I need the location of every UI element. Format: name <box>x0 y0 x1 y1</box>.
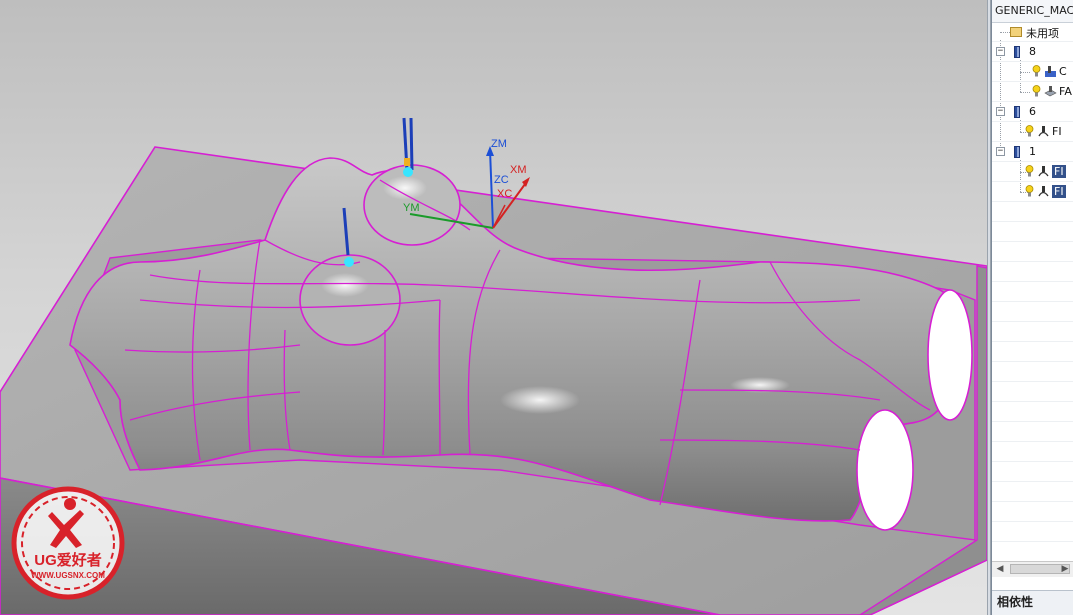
tree-item-operation[interactable]: FA <box>992 82 1073 102</box>
watermark-brand: UG爱好者 <box>34 551 102 569</box>
status-bulb-icon <box>1032 85 1041 97</box>
tree-item-label: FI <box>1052 125 1062 138</box>
tree-item-label: FI <box>1052 185 1066 198</box>
folder-icon <box>1010 27 1022 37</box>
axis-label-zc: ZC <box>494 174 509 186</box>
leg-opening-lower <box>856 409 914 531</box>
breast-lower-highlight <box>321 273 369 297</box>
scroll-right-icon[interactable]: ▶ <box>1057 562 1073 577</box>
collapse-toggle[interactable]: − <box>996 107 1005 116</box>
breast-upper-highlight <box>383 176 427 200</box>
tree-item-operation-selected[interactable]: FI <box>992 162 1073 182</box>
collapse-toggle[interactable]: − <box>996 147 1005 156</box>
tree-item-label: C <box>1059 65 1067 78</box>
scroll-left-icon[interactable]: ◀ <box>992 562 1008 577</box>
tree-item-label: 8 <box>1029 45 1036 58</box>
status-bulb-icon <box>1025 125 1034 137</box>
face-mill-operation-icon <box>1044 86 1057 97</box>
part-model-view[interactable]: ZM ZC XM XC YM UG爱好者 WWW.UGSNX.COM <box>0 0 987 615</box>
cavity-mill-operation-icon <box>1045 66 1056 77</box>
program-group-icon <box>1014 146 1020 158</box>
collapse-toggle[interactable]: − <box>996 47 1005 56</box>
operation-navigator: GENERIC_MACHINE 未用项 − 8 C FA − 6 <box>991 0 1073 615</box>
fixed-contour-operation-icon <box>1038 166 1049 177</box>
tree-item-unused[interactable]: 未用项 <box>992 22 1073 42</box>
tree-item-label: 1 <box>1029 145 1036 158</box>
axis-label-zm: ZM <box>491 138 507 150</box>
horizontal-scrollbar[interactable]: ◀ ▶ <box>992 561 1073 577</box>
tree-item-program-1[interactable]: − 1 <box>992 142 1073 162</box>
tree-item-program-6[interactable]: − 6 <box>992 102 1073 122</box>
status-bulb-icon <box>1032 65 1041 77</box>
axis-label-xc: XC <box>497 188 512 200</box>
status-bulb-icon <box>1025 185 1034 197</box>
tree-item-label: FA <box>1059 85 1072 98</box>
axis-label-xm: XM <box>510 164 527 176</box>
watermark-url: WWW.UGSNX.COM <box>31 571 105 580</box>
tree-item-operation[interactable]: C <box>992 62 1073 82</box>
graphics-viewport[interactable]: ZM ZC XM XC YM UG爱好者 WWW.UGSNX.COM <box>0 0 987 615</box>
fixed-contour-operation-icon <box>1038 186 1049 197</box>
hip-highlight <box>500 386 580 414</box>
tree-item-operation-selected[interactable]: FI <box>992 182 1073 202</box>
fixed-contour-operation-icon <box>1038 126 1049 137</box>
tree-item-label: FI <box>1052 165 1066 178</box>
dependency-panel-title[interactable]: 相依性 <box>992 590 1073 615</box>
ugsnx-watermark-logo: UG爱好者 WWW.UGSNX.COM <box>11 486 125 600</box>
tree-item-label: 未用项 <box>1026 27 1059 40</box>
status-bulb-icon <box>1025 165 1034 177</box>
empty-tree-area <box>992 202 1073 561</box>
tree-item-label: 6 <box>1029 105 1036 118</box>
program-group-icon <box>1014 106 1020 118</box>
axis-label-ym: YM <box>403 202 420 214</box>
tree-item-operation[interactable]: FI <box>992 122 1073 142</box>
tree-item-program-8[interactable]: − 8 <box>992 42 1073 62</box>
navigator-root-header[interactable]: GENERIC_MACHINE <box>992 0 1073 23</box>
program-group-icon <box>1014 46 1020 58</box>
leg-opening-upper <box>927 289 973 421</box>
